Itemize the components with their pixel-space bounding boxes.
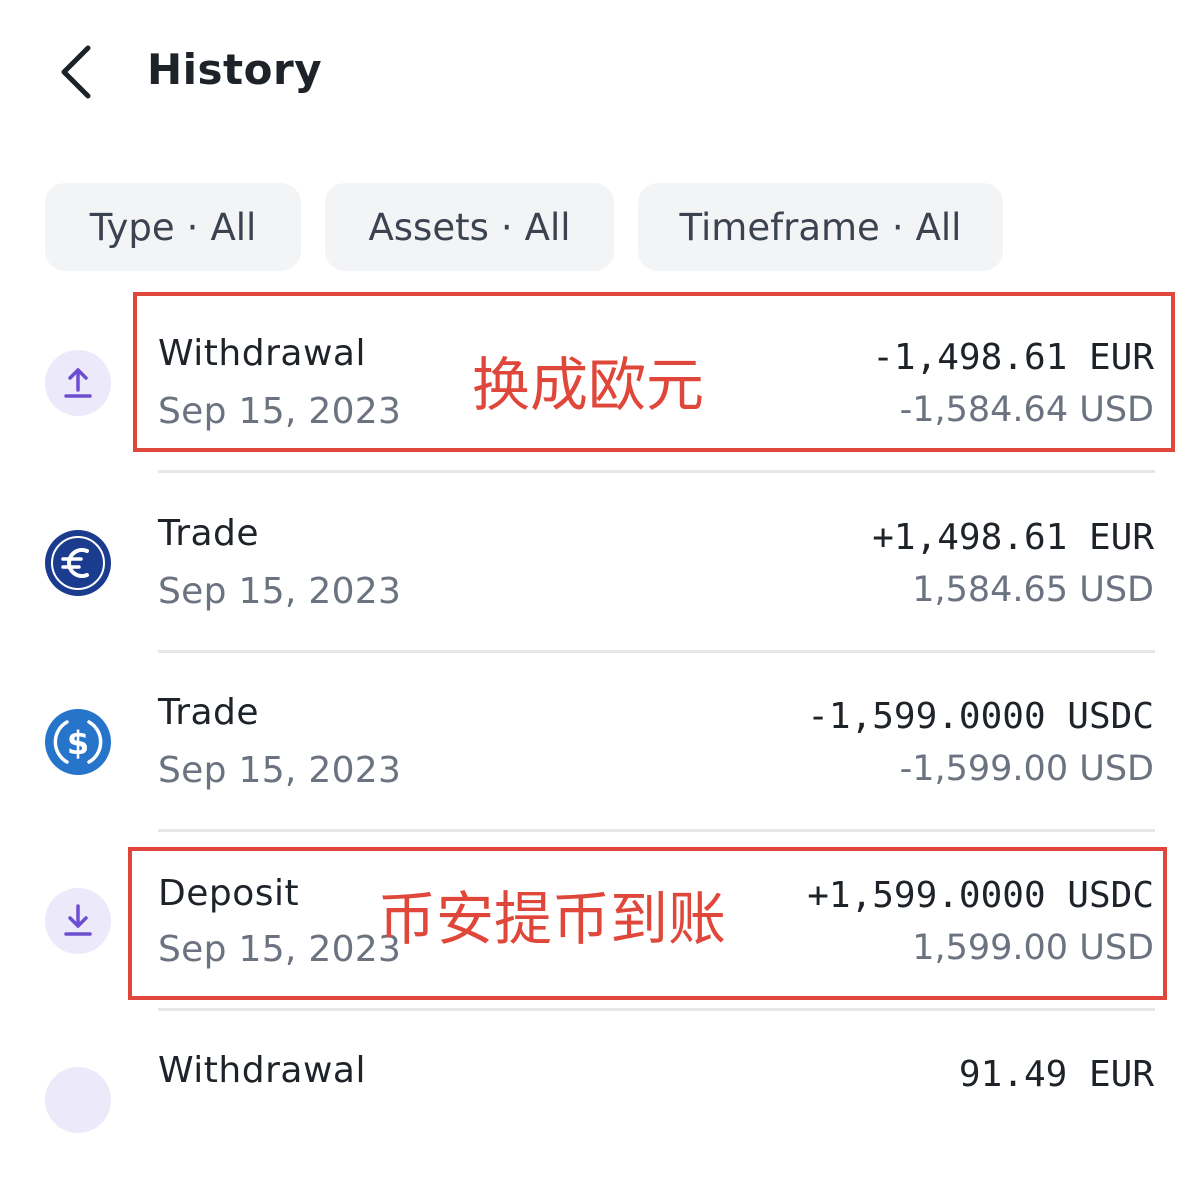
transaction-type: Trade (158, 513, 260, 554)
transaction-date: Sep 15, 2023 (158, 571, 402, 612)
transaction-amount: -1,599.0000 USDC (807, 696, 1154, 737)
filter-value: All (210, 205, 257, 249)
transaction-row[interactable]: Trade Sep 15, 2023 +1,498.61 EUR 1,584.6… (0, 473, 1200, 653)
filter-value: All (524, 205, 571, 249)
filter-label: Timeframe (679, 205, 880, 249)
transaction-amount: +1,498.61 EUR (872, 517, 1154, 558)
euro-coin-icon (45, 530, 111, 596)
filter-timeframe-button[interactable]: Timeframe · All (638, 183, 1003, 271)
annotation-text: 币安提币到账 (378, 885, 727, 953)
transaction-type: Trade (158, 692, 260, 733)
page-title: History (147, 45, 323, 94)
annotation-text: 换成欧元 (472, 351, 705, 419)
filter-label: Type (89, 205, 175, 249)
usdc-coin-icon: $ (45, 709, 111, 775)
transaction-usd-value: 1,584.65 USD (912, 570, 1154, 610)
upload-arrow-icon (45, 1067, 111, 1133)
filter-separator: · (186, 205, 199, 249)
transaction-type: Withdrawal (158, 1050, 366, 1091)
filter-assets-button[interactable]: Assets · All (325, 183, 614, 271)
transaction-row[interactable]: Withdrawal 91.49 EUR (0, 1010, 1200, 1190)
filter-separator: · (891, 205, 904, 249)
filter-value: All (915, 205, 962, 249)
svg-text:$: $ (67, 724, 89, 762)
transaction-row[interactable]: $ Trade Sep 15, 2023 -1,599.0000 USDC -1… (0, 652, 1200, 832)
transaction-amount: 91.49 EUR (958, 1054, 1154, 1095)
filter-label: Assets (368, 205, 489, 249)
chevron-left-icon (61, 45, 91, 99)
transaction-date: Sep 15, 2023 (158, 750, 402, 791)
header: History (0, 0, 1200, 150)
back-button[interactable] (50, 40, 110, 104)
download-arrow-icon (45, 888, 111, 954)
filter-separator: · (500, 205, 513, 249)
transaction-usd-value: -1,599.00 USD (899, 749, 1154, 789)
filter-type-button[interactable]: Type · All (45, 183, 301, 271)
upload-arrow-icon (45, 350, 111, 416)
